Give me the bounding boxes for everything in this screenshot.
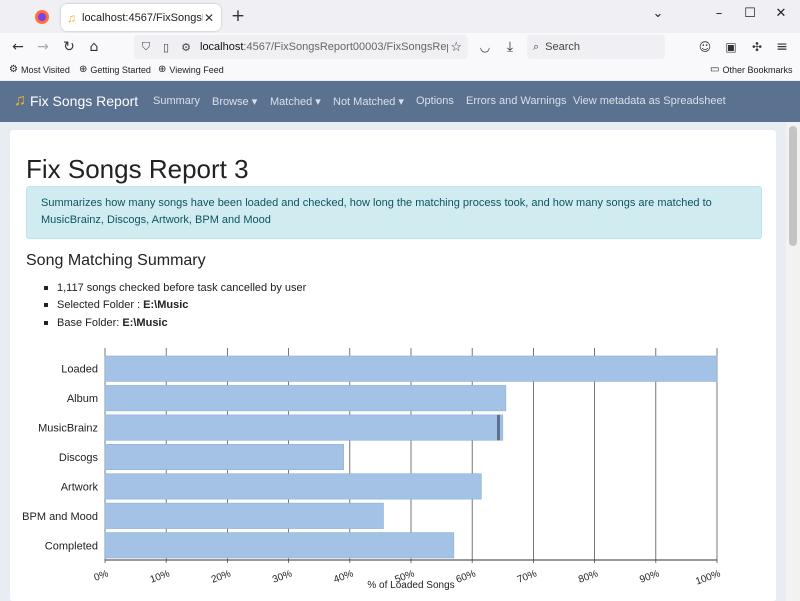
bar (104, 473, 482, 500)
nav-summary[interactable]: Summary (153, 95, 200, 107)
close-icon[interactable]: ✕ (203, 11, 215, 25)
other-bookmarks[interactable]: ▭ Other Bookmarks (710, 64, 792, 75)
tick-label: 60% (455, 568, 478, 585)
back-button[interactable]: ← (8, 37, 28, 57)
bar (104, 502, 384, 529)
bar-marker (497, 414, 501, 441)
maximize-button[interactable]: ☐ (735, 6, 765, 26)
globe-icon: ⊕ (158, 64, 167, 75)
forward-button[interactable]: → (33, 37, 53, 57)
page-scrollbar[interactable] (786, 122, 800, 601)
new-tab-button[interactable]: + (229, 7, 247, 25)
pocket-icon[interactable]: ◡ (475, 37, 495, 57)
bar (104, 532, 455, 559)
nav-options[interactable]: Options (416, 95, 454, 107)
browser-tab[interactable]: ♫ localhost:4567/FixSongsReport00003/Fix… (61, 4, 221, 31)
home-button[interactable]: ⌂ (84, 37, 104, 57)
bar (104, 385, 507, 412)
firefox-view-icon[interactable] (30, 6, 54, 28)
bookmark-viewing-feed[interactable]: ⊕ Viewing Feed (158, 64, 224, 75)
search-placeholder: Search (545, 41, 581, 53)
category-label: Discogs (59, 452, 99, 464)
nav-view-metadata[interactable]: View metadata as Spreadsheet (573, 95, 726, 107)
globe-icon: ⊕ (79, 64, 88, 75)
tick-label: 30% (271, 568, 294, 585)
search-input[interactable]: ⌕ Search (527, 35, 665, 59)
nav-not-matched[interactable]: Not Matched ▾ (333, 95, 404, 108)
downloads-icon[interactable]: ⤓ (500, 37, 520, 57)
scrollbar-thumb[interactable] (789, 126, 797, 246)
report-card: Fix Songs Report 3 Summarizes how many s… (10, 130, 776, 601)
url-bar[interactable]: ⛉ ▯ ⚙ localhost:4567/FixSongsReport00003… (134, 35, 468, 59)
tick-label: 80% (577, 568, 600, 585)
extension-icon[interactable]: ☺ (695, 37, 715, 57)
music-note-icon: ♫ (14, 92, 26, 109)
category-label: BPM and Mood (22, 511, 98, 523)
container-icon[interactable]: ▣ (721, 37, 741, 57)
category-label: MusicBrainz (38, 423, 98, 435)
tick-label: 40% (332, 568, 355, 585)
close-window-button[interactable]: ✕ (766, 6, 796, 26)
browser-tab-strip: ♫ localhost:4567/FixSongsReport00003/Fix… (0, 0, 800, 33)
url-text[interactable]: localhost:4567/FixSongsReport00003/FixSo… (200, 41, 448, 53)
browser-toolbar: ← → ↻ ⌂ ⛉ ▯ ⚙ localhost:4567/FixSongsRep… (0, 33, 800, 61)
tick-label: 100% (694, 568, 722, 587)
gear-icon: ⚙ (9, 64, 18, 75)
page-content: Fix Songs Report 3 Summarizes how many s… (0, 122, 786, 601)
search-icon: ⌕ (533, 40, 540, 53)
folder-icon: ▭ (710, 64, 720, 75)
brand-link[interactable]: ♫ Fix Songs Report (14, 92, 138, 110)
tick-label: 70% (516, 568, 539, 585)
bar (104, 355, 718, 382)
menu-icon[interactable]: ≡ (772, 37, 792, 57)
x-axis-label: % of Loaded Songs (367, 580, 454, 591)
bookmark-most-visited[interactable]: ⚙ Most Visited (9, 64, 70, 75)
list-all-tabs-button[interactable]: ⌄ (643, 6, 673, 26)
nav-matched[interactable]: Matched ▾ (270, 95, 321, 108)
music-note-icon: ♫ (67, 10, 76, 25)
tick-label: 0% (93, 568, 110, 583)
page-icon[interactable]: ▯ (158, 41, 174, 54)
tab-title: localhost:4567/FixSongsReport00003/FixSo… (82, 11, 203, 24)
permissions-icon[interactable]: ⚙ (178, 41, 194, 54)
reload-button[interactable]: ↻ (59, 37, 79, 57)
tick-label: 20% (210, 568, 233, 585)
category-label: Album (67, 393, 98, 405)
category-label: Completed (45, 540, 98, 552)
bookmark-getting-started[interactable]: ⊕ Getting Started (79, 64, 151, 75)
bookmark-star-icon[interactable]: ☆ (450, 39, 462, 55)
nav-errors-warnings[interactable]: Errors and Warnings (466, 95, 566, 107)
nav-browse[interactable]: Browse ▾ (212, 95, 257, 108)
category-label: Loaded (61, 364, 98, 376)
bookmarks-toolbar: ⚙ Most Visited ⊕ Getting Started ⊕ Viewing … (0, 61, 800, 80)
extensions-puzzle-icon[interactable]: ✣ (747, 37, 767, 57)
shield-icon[interactable]: ⛉ (138, 41, 154, 54)
bar (104, 414, 504, 441)
bar (104, 443, 344, 471)
matching-bar-chart: Loaded Album MusicBrainz Discogs Artwork BPM … (22, 348, 722, 591)
tick-label: 90% (638, 568, 661, 585)
minimize-button[interactable]: – (704, 6, 734, 26)
tick-label: 10% (149, 568, 172, 585)
category-label: Artwork (61, 481, 99, 493)
app-navbar: ♫ Fix Songs Report Summary Browse ▾ Matc… (0, 81, 800, 122)
